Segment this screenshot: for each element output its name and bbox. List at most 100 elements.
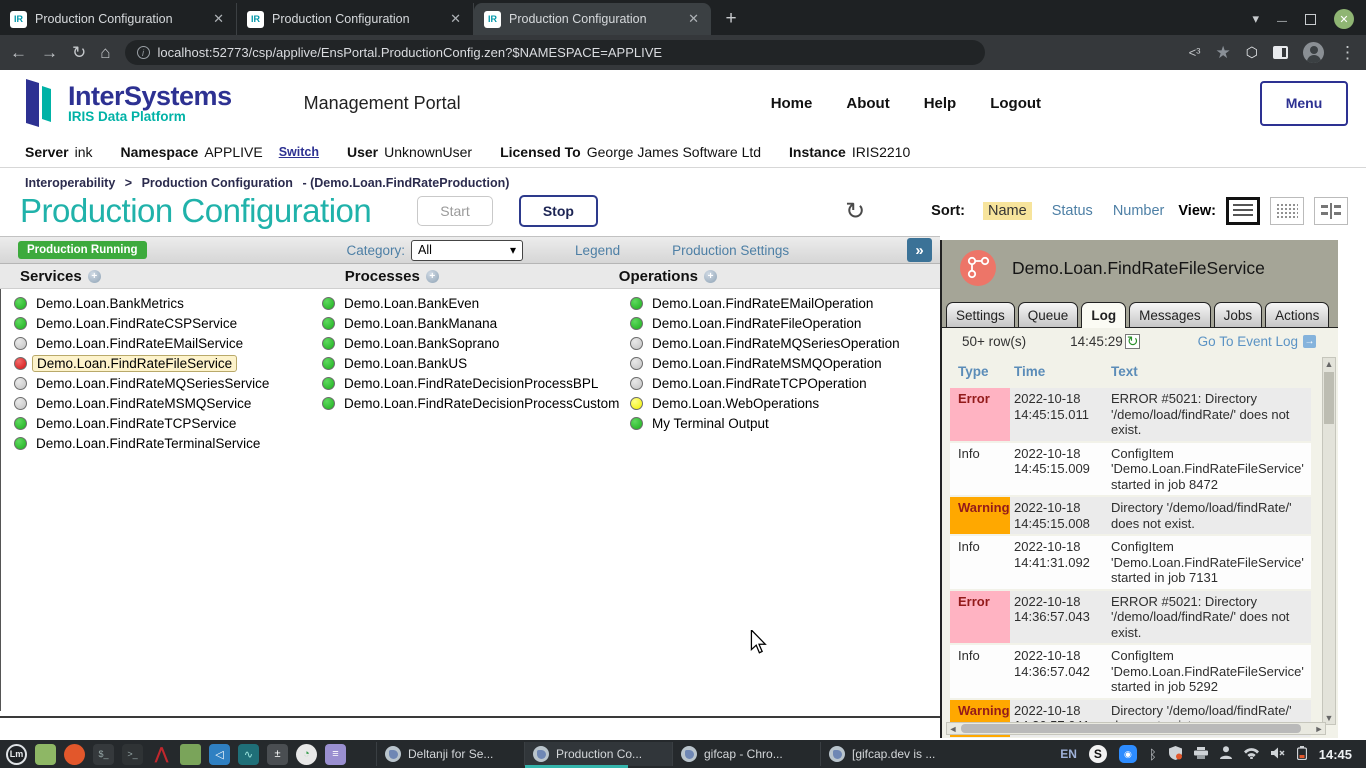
item-name[interactable]: Demo.Loan.FindRateCSPService (36, 316, 237, 331)
process-item[interactable]: Demo.Loan.FindRateDecisionProcessCustom (322, 393, 622, 413)
service-item[interactable]: Demo.Loan.FindRateMSMQService (14, 393, 314, 413)
panel-tab[interactable]: Jobs (1214, 302, 1263, 327)
go-to-event-log-link[interactable]: Go To Event Log (1198, 334, 1316, 349)
sort-option[interactable]: Number (1113, 203, 1165, 219)
log-refresh-icon[interactable] (1125, 334, 1141, 349)
wifi-icon[interactable] (1244, 747, 1259, 762)
panel-tab[interactable]: Settings (946, 302, 1015, 327)
item-name[interactable]: Demo.Loan.FindRateTCPService (36, 416, 236, 431)
taskbar-clock[interactable]: 14:45 (1319, 747, 1352, 762)
zoom-tray-icon[interactable]: ◉ (1119, 745, 1137, 763)
operation-item[interactable]: Demo.Loan.FindRateMQSeriesOperation (630, 333, 930, 353)
file-manager-icon[interactable] (180, 744, 201, 765)
item-name[interactable]: Demo.Loan.FindRateTerminalService (36, 436, 260, 451)
scroll-right-icon[interactable] (1313, 723, 1325, 734)
home-icon[interactable]: ⌂ (100, 43, 110, 63)
process-item[interactable]: Demo.Loan.BankManana (322, 313, 622, 333)
volume-muted-icon[interactable] (1271, 747, 1285, 762)
panel-tab[interactable]: Queue (1018, 302, 1079, 327)
item-name[interactable]: My Terminal Output (652, 416, 769, 431)
skype-tray-icon[interactable]: S (1089, 745, 1107, 763)
panel-tab[interactable]: Messages (1129, 302, 1211, 327)
mint-menu-icon[interactable]: Lm (6, 744, 27, 765)
taskbar-window-button[interactable]: Production Co... (524, 742, 672, 766)
shield-icon[interactable] (1169, 746, 1182, 763)
tab-close-icon[interactable] (448, 11, 463, 27)
operation-item[interactable]: Demo.Loan.FindRateFileOperation (630, 313, 930, 333)
log-row[interactable]: Error 2022-10-18 14:36:57.043 ERROR #502… (950, 591, 1311, 646)
tab-close-icon[interactable] (211, 11, 226, 27)
tab-search-chevron-icon[interactable] (1252, 11, 1259, 27)
new-tab-button[interactable]: + (717, 5, 745, 33)
log-col-text[interactable]: Text (1105, 361, 1307, 382)
extensions-puzzle-icon[interactable]: ⬡ (1246, 44, 1258, 61)
terminal-alt-icon[interactable]: >_ (122, 744, 143, 765)
item-name[interactable]: Demo.Loan.BankMetrics (36, 296, 184, 311)
item-name[interactable]: Demo.Loan.FindRateMSMQService (36, 396, 251, 411)
log-row[interactable]: Error 2022-10-18 14:45:15.011 ERROR #502… (950, 388, 1311, 443)
panel-tab[interactable]: Actions (1265, 302, 1329, 327)
expand-panel-button[interactable]: » (907, 238, 932, 262)
refresh-icon[interactable] (845, 197, 865, 226)
portal-nav-link[interactable]: Logout (990, 95, 1041, 112)
add-operation-button[interactable]: + (704, 270, 717, 283)
firefox-launcher-icon[interactable] (64, 744, 85, 765)
tab-close-icon[interactable] (686, 11, 701, 27)
taskbar-window-button[interactable]: gifcap - Chro... (672, 742, 820, 766)
add-process-button[interactable]: + (426, 270, 439, 283)
breadcrumb-root[interactable]: Interoperability (25, 176, 115, 190)
portal-nav-link[interactable]: About (846, 95, 889, 112)
process-item[interactable]: Demo.Loan.BankEven (322, 293, 622, 313)
start-button[interactable]: Start (417, 196, 493, 226)
service-item[interactable]: Demo.Loan.FindRateTCPService (14, 413, 314, 433)
item-name[interactable]: Demo.Loan.BankEven (344, 296, 479, 311)
add-service-button[interactable]: + (88, 270, 101, 283)
bluetooth-icon[interactable]: ᛒ (1149, 747, 1157, 762)
browser-tab[interactable]: IR Production Configuration (237, 3, 474, 35)
back-icon[interactable]: ← (10, 43, 27, 63)
item-name[interactable]: Demo.Loan.FindRateFileService (32, 355, 237, 372)
sort-option[interactable]: Name (983, 202, 1032, 220)
menu-button[interactable]: Menu (1260, 81, 1348, 126)
site-info-icon[interactable]: i (137, 46, 150, 59)
url-input[interactable]: i localhost:52773/csp/applive/EnsPortal.… (125, 40, 985, 65)
process-item[interactable]: Demo.Loan.FindRateDecisionProcessBPL (322, 373, 622, 393)
legend-link[interactable]: Legend (575, 243, 620, 258)
operation-item[interactable]: Demo.Loan.FindRateTCPOperation (630, 373, 930, 393)
notes-icon[interactable]: ≡ (325, 744, 346, 765)
service-item[interactable]: Demo.Loan.BankMetrics (14, 293, 314, 313)
log-horizontal-scrollbar[interactable] (946, 722, 1326, 735)
item-name[interactable]: Demo.Loan.FindRateEMailOperation (652, 296, 873, 311)
operation-item[interactable]: Demo.Loan.FindRateMSMQOperation (630, 353, 930, 373)
item-name[interactable]: Demo.Loan.BankManana (344, 316, 497, 331)
red-app-icon[interactable]: ⋀ (151, 744, 172, 765)
view-grid-icon[interactable] (1270, 197, 1304, 225)
sort-option[interactable]: Status (1052, 203, 1093, 219)
item-name[interactable]: Demo.Loan.FindRateDecisionProcessCustom (344, 396, 619, 411)
horizontal-scroll-thumb[interactable] (961, 724, 1301, 733)
service-item[interactable]: Demo.Loan.FindRateFileService (14, 353, 314, 373)
item-name[interactable]: Demo.Loan.BankSoprano (344, 336, 499, 351)
scroll-up-icon[interactable] (1323, 358, 1335, 370)
terminal-icon[interactable]: $_ (93, 744, 114, 765)
panel-tab[interactable]: Log (1081, 302, 1126, 328)
view-split-icon[interactable] (1314, 197, 1348, 225)
taskbar-window-button[interactable]: [gifcap.dev is ... (820, 742, 968, 766)
item-name[interactable]: Demo.Loan.FindRateTCPOperation (652, 376, 867, 391)
service-item[interactable]: Demo.Loan.FindRateTerminalService (14, 433, 314, 453)
service-item[interactable]: Demo.Loan.FindRateEMailService (14, 333, 314, 353)
item-name[interactable]: Demo.Loan.WebOperations (652, 396, 819, 411)
share-icon[interactable]: <³ (1189, 45, 1201, 60)
operation-item[interactable]: Demo.Loan.FindRateEMailOperation (630, 293, 930, 313)
window-minimize-button[interactable] (1277, 12, 1287, 27)
waveform-app-icon[interactable]: ∿ (238, 744, 259, 765)
calculator-icon[interactable]: ± (267, 744, 288, 765)
profile-avatar[interactable] (1303, 42, 1324, 63)
production-settings-link[interactable]: Production Settings (672, 243, 789, 258)
window-restore-button[interactable] (1305, 14, 1316, 25)
category-select[interactable]: All (411, 240, 523, 261)
forward-icon[interactable]: → (41, 43, 58, 63)
portal-nav-link[interactable]: Help (924, 95, 957, 112)
service-item[interactable]: Demo.Loan.FindRateMQSeriesService (14, 373, 314, 393)
log-row[interactable]: Info 2022-10-18 14:41:31.092 ConfigItem … (950, 536, 1311, 591)
